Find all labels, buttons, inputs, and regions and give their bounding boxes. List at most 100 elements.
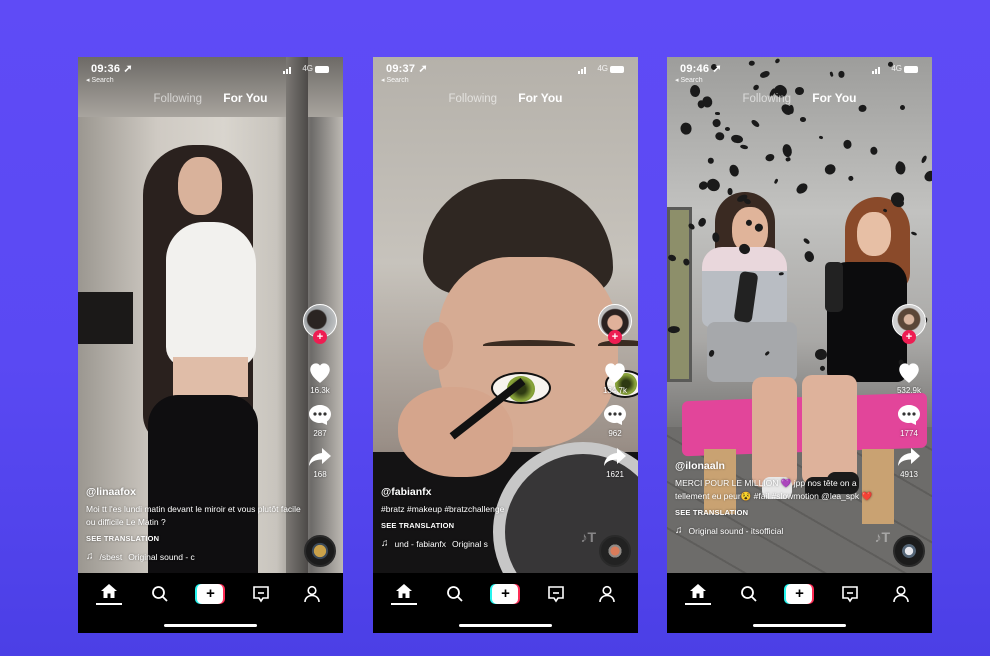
tab-following[interactable]: Following	[153, 93, 202, 105]
home-indicator	[164, 624, 257, 627]
video-scene-doorway	[667, 207, 692, 382]
video-description: #bratz #makeup #bratzchallenge	[381, 504, 505, 514]
create-plus-label: +	[786, 584, 813, 604]
like-button[interactable]: 16.3k	[307, 360, 333, 395]
video-scene-waist	[173, 357, 248, 397]
signal-icon	[283, 66, 295, 74]
follow-plus-icon[interactable]: +	[902, 330, 916, 344]
active-tab-indicator	[391, 603, 418, 605]
creator-username[interactable]: @ilonaaln	[675, 460, 890, 472]
share-button[interactable]: 168	[307, 446, 333, 479]
active-tab-indicator	[96, 603, 123, 605]
nav-create[interactable]: +	[487, 584, 523, 604]
comment-button[interactable]: 962	[602, 403, 628, 438]
like-button[interactable]: 134.7k	[602, 360, 628, 395]
sound-ticker[interactable]: ♫ Original sound - itsofficial	[675, 525, 890, 536]
confetti-piece	[774, 178, 779, 184]
see-translation-link[interactable]: SEE TRANSLATION	[675, 508, 890, 517]
status-bar: 09:37 ➚ ◂ Search 4G	[373, 57, 638, 91]
share-button[interactable]: 1621	[602, 446, 628, 479]
feed-tabs: Following For You	[667, 91, 932, 105]
tiktok-watermark-icon: ♪T	[580, 529, 596, 545]
sound-ticker[interactable]: ♫ /sbest Original sound - c	[86, 551, 301, 562]
confetti-piece	[819, 364, 827, 372]
comment-count: 287	[313, 429, 327, 438]
comment-button[interactable]: 1774	[896, 403, 922, 438]
follow-plus-icon[interactable]: +	[313, 330, 327, 344]
creator-username[interactable]: @fabianfx	[381, 486, 596, 498]
tab-for-you[interactable]: For You	[518, 91, 562, 105]
see-translation-link[interactable]: SEE TRANSLATION	[86, 534, 301, 543]
confetti-piece	[823, 162, 839, 177]
comment-button[interactable]: 287	[307, 403, 333, 438]
inbox-icon	[253, 586, 269, 603]
confetti-piece	[739, 144, 749, 151]
confetti-piece	[750, 119, 761, 129]
sound-disc-icon[interactable]	[599, 535, 631, 567]
profile-icon	[598, 585, 615, 603]
video-scene-ear	[423, 322, 453, 370]
nav-discover[interactable]	[437, 585, 473, 603]
sound-ticker[interactable]: ♫ und - fabianfx Original s	[381, 538, 596, 549]
nav-profile[interactable]	[589, 585, 625, 603]
follow-plus-icon[interactable]: +	[608, 330, 622, 344]
share-count: 168	[313, 470, 327, 479]
like-button[interactable]: 532.9k	[896, 360, 922, 395]
confetti-piece	[708, 157, 714, 164]
nav-home[interactable]	[386, 583, 422, 605]
nav-inbox[interactable]	[832, 585, 868, 603]
battery-icon	[610, 66, 624, 73]
confetti-piece	[712, 118, 722, 128]
sound-disc-icon[interactable]	[893, 535, 925, 567]
nav-profile[interactable]	[883, 585, 919, 603]
back-to-search-link[interactable]: ◂ Search	[675, 76, 703, 84]
sound-disc-icon[interactable]	[304, 535, 336, 567]
see-translation-link[interactable]: SEE TRANSLATION	[381, 521, 596, 530]
music-note-icon: ♫	[675, 525, 683, 536]
confetti-piece	[680, 122, 693, 136]
back-to-search-link[interactable]: ◂ Search	[86, 76, 114, 84]
like-count: 532.9k	[896, 386, 922, 395]
phone-screen-3: 09:46 ➚ ◂ Search 4G Following For You + …	[667, 57, 932, 633]
confetti-piece	[715, 132, 726, 142]
video-scene-tv	[78, 292, 133, 344]
nav-profile[interactable]	[294, 585, 330, 603]
sound-prefix: und - fabianfx	[394, 538, 447, 549]
tab-for-you[interactable]: For You	[223, 91, 267, 105]
nav-discover[interactable]	[142, 585, 178, 603]
video-scene-person	[707, 322, 797, 382]
creator-avatar[interactable]: +	[598, 304, 632, 344]
sound-prefix: /sbest	[99, 551, 123, 562]
video-caption: @ilonaaln MERCI POUR LE MILLION 💜 jpp no…	[675, 460, 890, 536]
creator-avatar[interactable]: +	[892, 304, 926, 344]
video-caption: @fabianfx #bratz #makeup #bratzchallenge…	[381, 486, 596, 549]
share-button[interactable]: 4913	[896, 446, 922, 479]
action-rail: + 532.9k 1774 4913	[891, 304, 927, 487]
confetti-piece	[870, 146, 879, 156]
nav-inbox[interactable]	[243, 585, 279, 603]
create-plus-label: +	[197, 584, 224, 604]
nav-home[interactable]	[680, 583, 716, 605]
tab-for-you[interactable]: For You	[812, 91, 856, 105]
back-to-search-link[interactable]: ◂ Search	[381, 76, 409, 84]
nav-create[interactable]: +	[192, 584, 228, 604]
confetti-piece	[814, 349, 828, 361]
like-count: 134.7k	[602, 386, 628, 395]
sound-name: Original sound - c	[128, 551, 195, 562]
comment-icon	[604, 405, 626, 425]
signal-icon	[872, 66, 884, 74]
nav-create[interactable]: +	[781, 584, 817, 604]
bottom-navbar: +	[373, 573, 638, 633]
creator-username[interactable]: @linaafox	[86, 486, 301, 498]
creator-avatar[interactable]: +	[303, 304, 337, 344]
video-description: Moi tt l'es lundi matin devant le miroir…	[86, 504, 301, 527]
tab-following[interactable]: Following	[448, 93, 497, 105]
heart-icon	[310, 363, 330, 383]
nav-home[interactable]	[91, 583, 127, 605]
nav-inbox[interactable]	[538, 585, 574, 603]
tab-following[interactable]: Following	[742, 93, 791, 105]
share-count: 1621	[606, 470, 624, 479]
nav-discover[interactable]	[731, 585, 767, 603]
share-arrow-icon	[309, 448, 331, 466]
confetti-piece	[697, 216, 708, 228]
